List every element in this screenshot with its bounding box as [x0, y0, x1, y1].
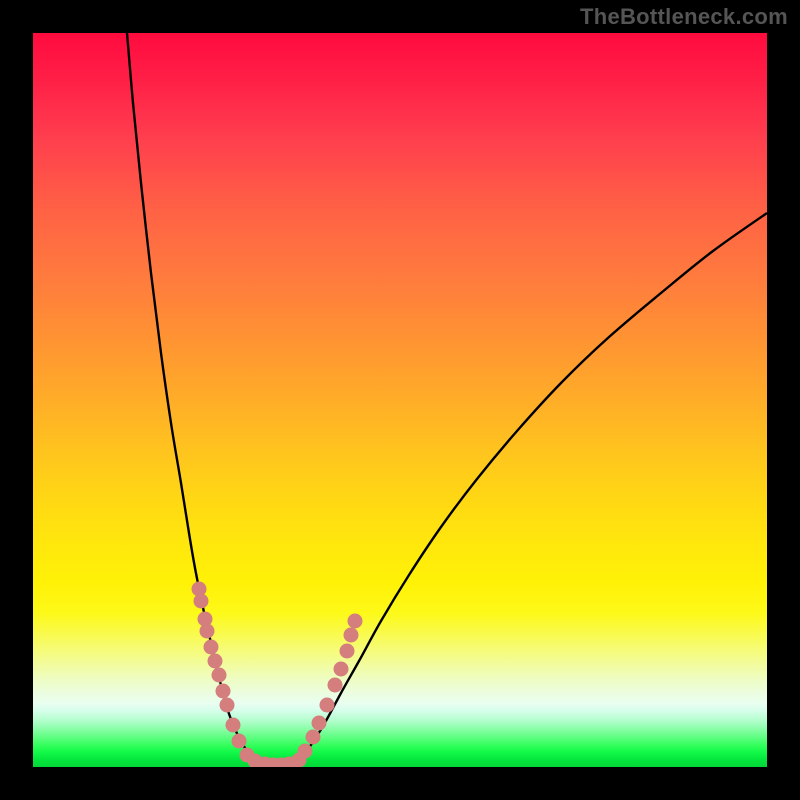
curve-svg	[33, 33, 767, 767]
data-dot	[328, 678, 343, 693]
data-dot	[208, 654, 223, 669]
data-dot	[212, 668, 227, 683]
data-dot	[340, 644, 355, 659]
data-dot	[232, 734, 247, 749]
data-dot	[220, 698, 235, 713]
watermark-text: TheBottleneck.com	[580, 4, 788, 30]
data-dot	[216, 684, 231, 699]
data-dot	[334, 662, 349, 677]
bottleneck-curve-right	[297, 213, 767, 762]
data-dot	[306, 730, 321, 745]
data-dot	[344, 628, 359, 643]
bottleneck-curve-left	[127, 33, 259, 761]
data-dot	[348, 614, 363, 629]
plot-area	[33, 33, 767, 767]
data-dot	[320, 698, 335, 713]
overlay-dots-group	[192, 582, 363, 768]
data-dot	[312, 716, 327, 731]
data-dot	[200, 624, 215, 639]
chart-frame: TheBottleneck.com	[0, 0, 800, 800]
data-dot	[226, 718, 241, 733]
data-dot	[204, 640, 219, 655]
data-dot	[298, 744, 313, 759]
data-dot	[194, 594, 209, 609]
